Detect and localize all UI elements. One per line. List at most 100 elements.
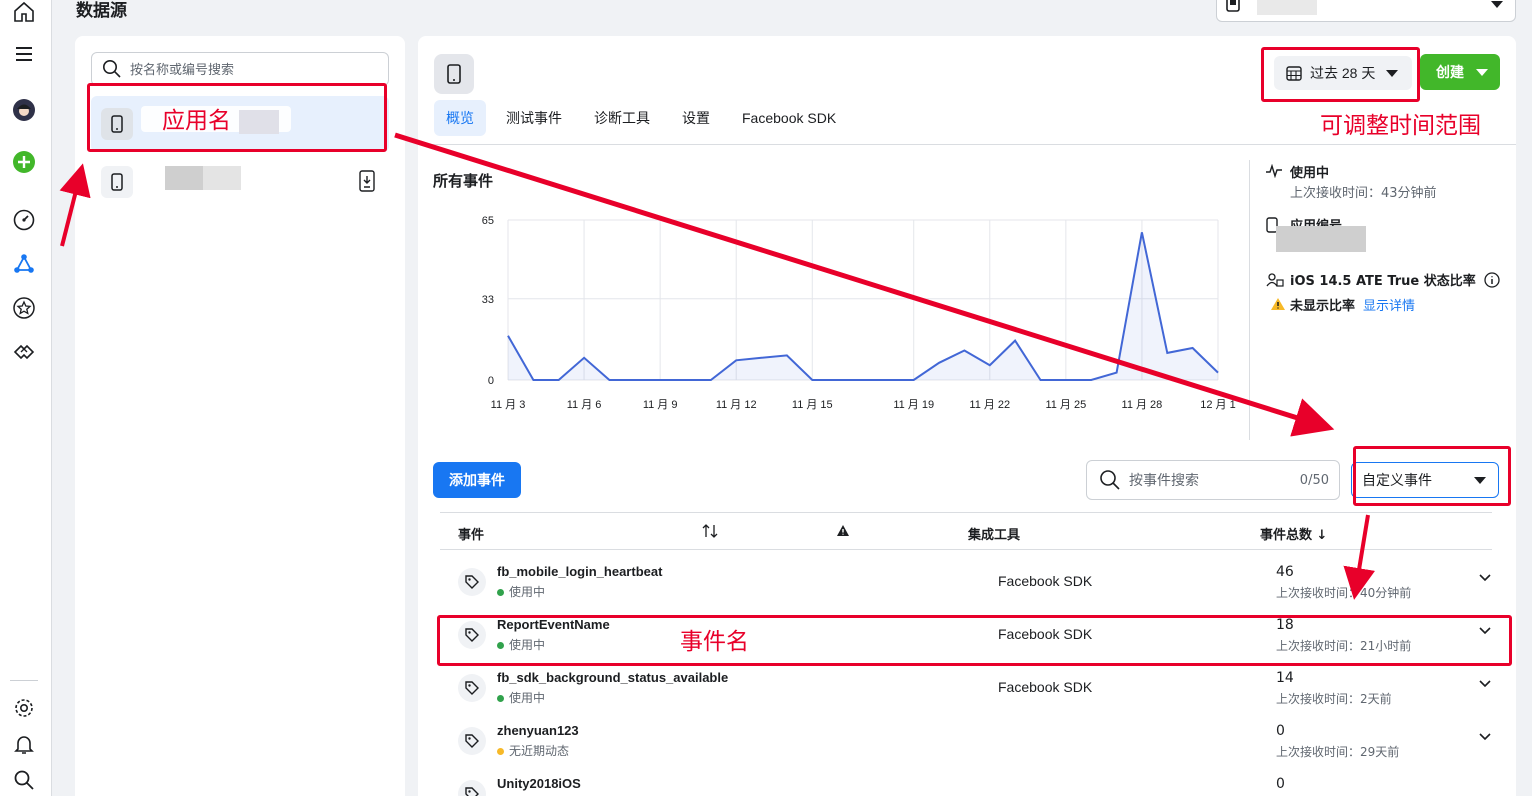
redacted-app-id [203,166,241,190]
tag-icon [458,780,486,796]
x-tick-label: 11 月 15 [792,399,833,411]
vertical-divider [1249,160,1250,440]
chevron-down-icon[interactable] [1478,573,1492,583]
left-nav-rail [0,0,52,796]
y-tick-label: 65 [482,215,494,227]
ate-warning-row: 未显示比率 显示详情 [1266,295,1506,315]
handshake-icon[interactable] [10,338,38,366]
data-sources-icon[interactable] [10,250,38,278]
table-row[interactable]: fb_sdk_background_status_available 使用中 F… [440,662,1492,715]
x-tick-label: 11 月 19 [893,399,934,411]
x-tick-label: 11 月 25 [1045,399,1086,411]
tab-diagnostics[interactable]: 诊断工具 [582,100,662,136]
detail-tabs: 概览 测试事件 诊断工具 设置 Facebook SDK [434,100,856,136]
activity-pulse-icon [1266,164,1282,178]
annotation-box-date-range [1261,47,1420,102]
rail-divider [10,680,38,681]
annotation-event-name: 事件名 [680,629,749,655]
settings-gear-icon[interactable] [10,694,38,722]
star-icon[interactable] [10,294,38,322]
home-icon[interactable] [10,0,38,26]
y-tick-label: 0 [488,375,494,387]
event-name: fb_sdk_background_status_available [497,670,729,685]
menu-icon[interactable] [10,40,38,68]
mobile-app-icon [101,166,133,198]
sort-icon[interactable] [702,524,718,542]
event-last-received: 上次接收时间：40分钟前 [1276,586,1412,600]
app-download-icon[interactable] [359,170,375,196]
add-icon[interactable] [10,148,38,176]
event-count: 0 [1276,776,1285,792]
last-received-text: 上次接收时间：43分钟前 [1290,186,1437,201]
x-tick-label: 11 月 28 [1122,399,1163,411]
tab-facebook-sdk[interactable]: Facebook SDK [730,100,848,136]
x-tick-label: 12 月 1 [1200,399,1235,411]
mobile-app-icon [434,54,474,94]
status-row: 使用中 [1266,162,1506,182]
show-details-link[interactable]: 显示详情 [1363,299,1415,314]
series-line [507,232,1219,381]
event-name: zhenyuan123 [497,723,579,738]
tag-icon [458,727,486,755]
tab-overview[interactable]: 概览 [434,100,486,136]
warning-column-icon [836,524,850,541]
redacted-app-name [165,166,203,190]
redacted-app-id [1276,226,1366,252]
col-event-total[interactable]: 事件总数 ↓ [1260,524,1327,543]
search-icon[interactable] [10,766,38,794]
event-status: 使用中 [497,583,545,600]
search-icon [1100,470,1120,490]
y-tick-label: 33 [482,294,494,306]
business-icon [1226,0,1240,12]
add-event-button[interactable]: 添加事件 [433,462,521,498]
warning-icon [1271,298,1285,310]
event-search-input[interactable] [1129,472,1269,488]
annotation-box-app [87,83,387,152]
x-tick-label: 11 月 12 [716,399,757,411]
table-row[interactable]: zhenyuan123 无近期动态 0 上次接收时间：29天前 [440,715,1492,768]
data-source-detail-panel: 概览 测试事件 诊断工具 设置 Facebook SDK 过去 28 天 创建 … [418,36,1516,796]
tab-settings[interactable]: 设置 [670,100,722,136]
annotation-box-event-row [437,615,1512,666]
redacted-account-name [1257,0,1317,15]
data-source-item[interactable] [91,154,389,210]
annotation-time-range: 可调整时间范围 [1320,113,1481,139]
event-search[interactable]: 0/50 [1086,460,1340,500]
table-row[interactable]: fb_mobile_login_heartbeat 使用中 Facebook S… [440,556,1492,609]
col-integration-tool[interactable]: 集成工具 [968,524,1020,543]
event-name: fb_mobile_login_heartbeat [497,564,663,579]
avatar[interactable] [10,96,38,124]
status-sidebar: 使用中 上次接收时间：43分钟前 应用编号 iOS 14.5 ATE True … [1266,162,1506,315]
chevron-down-icon[interactable] [1478,732,1492,742]
chart-title: 所有事件 [433,172,494,190]
dashboard-gauge-icon[interactable] [10,206,38,234]
table-row[interactable]: Unity2018iOS 0 [440,768,1492,796]
all-events-chart: 0 33 65 11 月 3 11 月 6 11 月 9 11 月 12 11 月 15 11 … [482,215,1236,411]
chevron-down-icon [1476,69,1488,76]
event-tool: Facebook SDK [998,573,1093,589]
chevron-down-icon[interactable] [1478,679,1492,689]
event-search-count: 0/50 [1299,473,1329,488]
event-tool: Facebook SDK [998,679,1093,695]
create-button[interactable]: 创建 [1420,54,1500,90]
data-source-search-input[interactable] [130,61,370,77]
account-selector[interactable] [1216,0,1516,22]
events-table-header: 事件 集成工具 事件总数 ↓ [440,512,1492,550]
search-icon [103,60,121,78]
tab-test-events[interactable]: 测试事件 [494,100,574,136]
page-title: 数据源 [76,1,127,21]
data-source-search[interactable] [91,52,389,86]
event-count: 0 [1276,723,1285,739]
col-event[interactable]: 事件 [458,524,484,543]
info-icon[interactable] [1484,272,1500,288]
series-area [508,232,1218,380]
tag-icon [458,568,486,596]
ate-ratio-label: iOS 14.5 ATE True 状态比率 [1290,274,1476,289]
event-count: 46 [1276,564,1294,580]
event-status: 无近期动态 [497,742,569,759]
event-status: 使用中 [497,689,545,706]
x-tick-label: 11 月 22 [969,399,1010,411]
x-tick-label: 11 月 9 [643,399,678,411]
annotation-box-filter [1353,446,1511,506]
notifications-bell-icon[interactable] [10,730,38,758]
